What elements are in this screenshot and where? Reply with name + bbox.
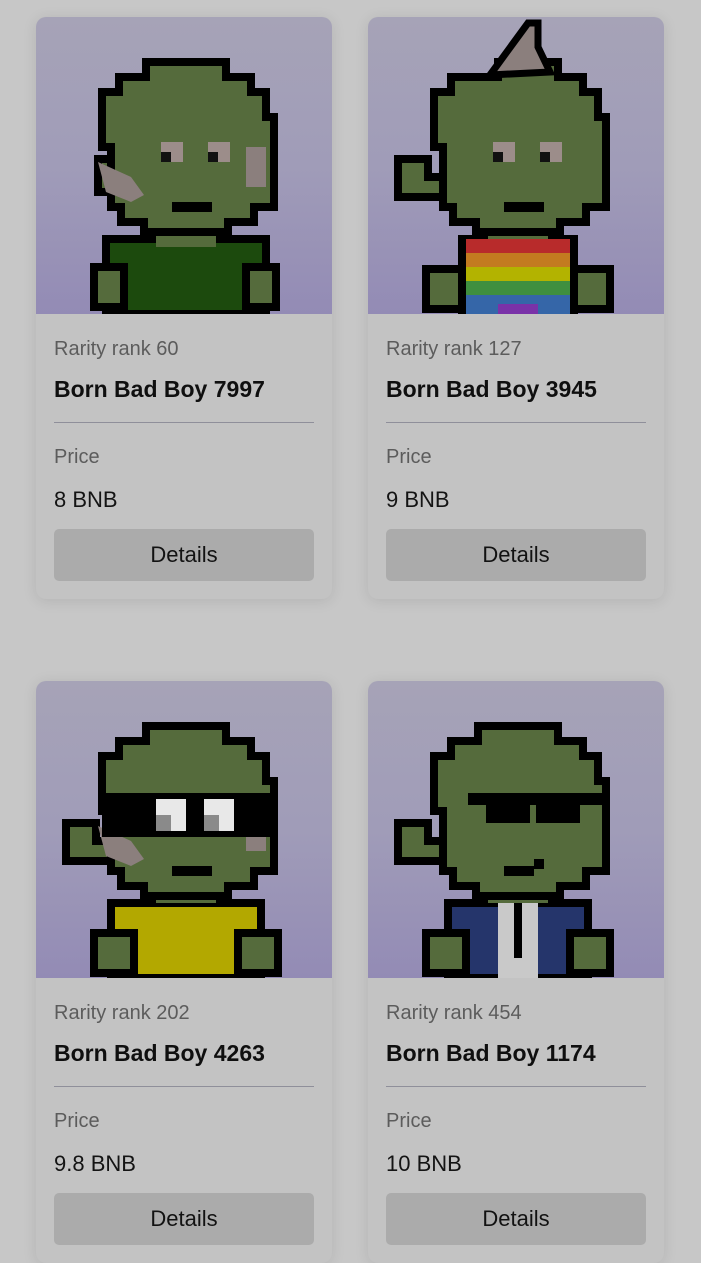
pixel-avatar xyxy=(394,722,614,978)
pixel-avatar xyxy=(62,722,282,978)
nft-card[interactable]: Rarity rank 127 Born Bad Boy 3945 Price … xyxy=(368,17,664,599)
price-label: Price xyxy=(54,446,100,468)
rarity-rank: Rarity rank 60 xyxy=(54,338,179,360)
price-value: 9 BNB xyxy=(386,487,450,512)
price-value: 8 BNB xyxy=(54,487,118,512)
nft-name[interactable]: Born Bad Boy 1174 xyxy=(386,1038,646,1068)
nft-card[interactable]: Rarity rank 202 Born Bad Boy 4263 Price … xyxy=(36,681,332,1263)
details-button[interactable]: Details xyxy=(386,529,646,581)
nft-card[interactable]: Rarity rank 454 Born Bad Boy 1174 Price … xyxy=(368,681,664,1263)
nft-image[interactable] xyxy=(36,17,332,314)
divider xyxy=(54,1086,314,1087)
nft-image[interactable] xyxy=(36,681,332,978)
rarity-rank: Rarity rank 202 xyxy=(54,1002,190,1024)
nft-listing-grid: Rarity rank 60 Born Bad Boy 7997 Price 8… xyxy=(0,0,701,1263)
price-label: Price xyxy=(54,1110,100,1132)
details-button[interactable]: Details xyxy=(54,1193,314,1245)
rarity-rank: Rarity rank 454 xyxy=(386,1002,522,1024)
nft-name[interactable]: Born Bad Boy 3945 xyxy=(386,374,646,404)
pixel-avatar xyxy=(90,58,280,314)
rarity-rank: Rarity rank 127 xyxy=(386,338,522,360)
divider xyxy=(54,422,314,423)
pixel-avatar xyxy=(394,19,614,314)
details-button[interactable]: Details xyxy=(386,1193,646,1245)
divider xyxy=(386,1086,646,1087)
nft-image[interactable] xyxy=(368,681,664,978)
nft-name[interactable]: Born Bad Boy 4263 xyxy=(54,1038,314,1068)
price-value: 9.8 BNB xyxy=(54,1151,136,1176)
divider xyxy=(386,422,646,423)
price-label: Price xyxy=(386,1110,432,1132)
nft-name[interactable]: Born Bad Boy 7997 xyxy=(54,374,314,404)
price-value: 10 BNB xyxy=(386,1151,462,1176)
nft-card[interactable]: Rarity rank 60 Born Bad Boy 7997 Price 8… xyxy=(36,17,332,599)
nft-image[interactable] xyxy=(368,17,664,314)
price-label: Price xyxy=(386,446,432,468)
details-button[interactable]: Details xyxy=(54,529,314,581)
